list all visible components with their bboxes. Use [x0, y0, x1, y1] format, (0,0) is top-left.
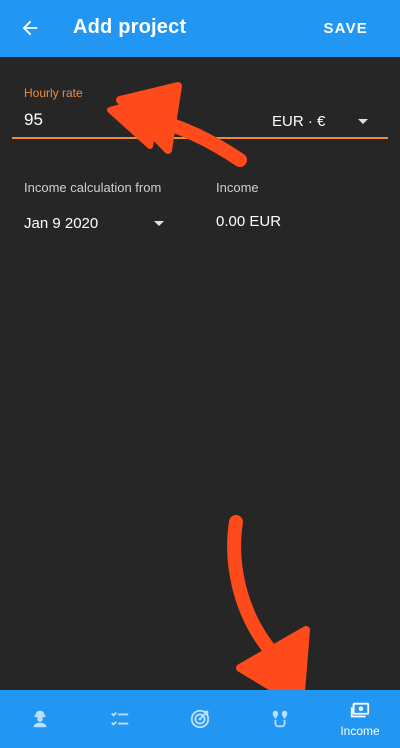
arrow-to-income-tab: [227, 515, 310, 708]
nav-label-income: Income: [340, 724, 380, 738]
income-calc-date-value: Jan 9 2020: [24, 214, 99, 232]
nav-item-income[interactable]: Income: [320, 690, 400, 748]
bottom-navigation: Income: [0, 690, 400, 748]
hourly-rate-input[interactable]: [24, 108, 244, 132]
worker-icon: [33, 710, 47, 728]
hourly-rate-label: Hourly rate: [24, 86, 83, 100]
nav-item-target[interactable]: [160, 690, 240, 748]
target-icon: [190, 709, 210, 729]
checklist-icon: [111, 711, 129, 726]
currency-select[interactable]: EUR · €: [272, 110, 376, 132]
money-icon: [350, 702, 370, 718]
route-pins-icon: [272, 710, 288, 728]
hourly-rate-underline: [12, 137, 388, 139]
income-calc-date-select[interactable]: Jan 9 2020: [24, 212, 164, 234]
page-title: Add project: [73, 16, 187, 38]
income-calc-from-label: Income calculation from: [24, 180, 162, 195]
back-button[interactable]: [14, 12, 46, 44]
nav-item-checklist[interactable]: [80, 690, 160, 748]
save-button[interactable]: SAVE: [323, 20, 368, 37]
nav-item-route[interactable]: [240, 690, 320, 748]
income-value: 0.00 EUR: [216, 213, 282, 230]
arrow-back-icon: [22, 20, 38, 36]
app-bar: Add project SAVE: [0, 0, 400, 57]
nav-item-worker[interactable]: [0, 690, 80, 748]
currency-value: EUR · €: [272, 112, 326, 130]
income-label: Income: [216, 180, 259, 195]
dropdown-caret-icon: [154, 220, 164, 226]
dropdown-caret-icon: [358, 118, 368, 124]
